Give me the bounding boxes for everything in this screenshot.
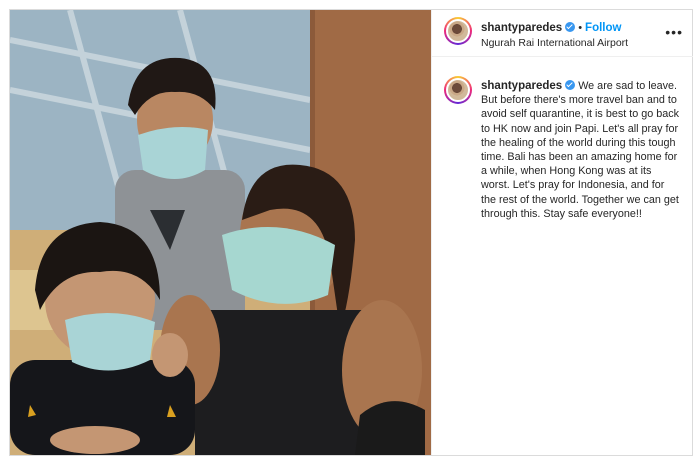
photo-illustration (10, 10, 431, 455)
verified-badge-icon (565, 22, 576, 32)
post-sidebar: shantyparedes • Follow Ngurah Rai Internat… (431, 10, 693, 455)
avatar-image (446, 19, 470, 43)
post-card: shantyparedes • Follow Ngurah Rai Internat… (9, 9, 693, 456)
header-line: shantyparedes • Follow (481, 22, 621, 34)
caption-author-avatar[interactable] (444, 76, 472, 104)
instagram-post-screenshot: shantyparedes • Follow Ngurah Rai Internat… (0, 0, 700, 465)
post-header: shantyparedes • Follow Ngurah Rai Internat… (432, 10, 693, 57)
author-avatar[interactable] (444, 17, 472, 45)
avatar-image (446, 78, 470, 102)
more-options-icon[interactable]: ••• (665, 24, 683, 40)
caption-username[interactable]: shantyparedes (481, 80, 562, 92)
author-username[interactable]: shantyparedes (481, 22, 562, 34)
verified-badge-icon (565, 80, 576, 90)
caption-text: We are sad to leave. But before there's … (481, 80, 680, 220)
post-location[interactable]: Ngurah Rai International Airport (481, 37, 628, 49)
post-caption: shantyparedes We are sad to leave. But b… (481, 79, 681, 221)
follow-button[interactable]: Follow (585, 22, 621, 34)
post-photo[interactable] (10, 10, 431, 455)
separator-dot: • (578, 22, 583, 34)
